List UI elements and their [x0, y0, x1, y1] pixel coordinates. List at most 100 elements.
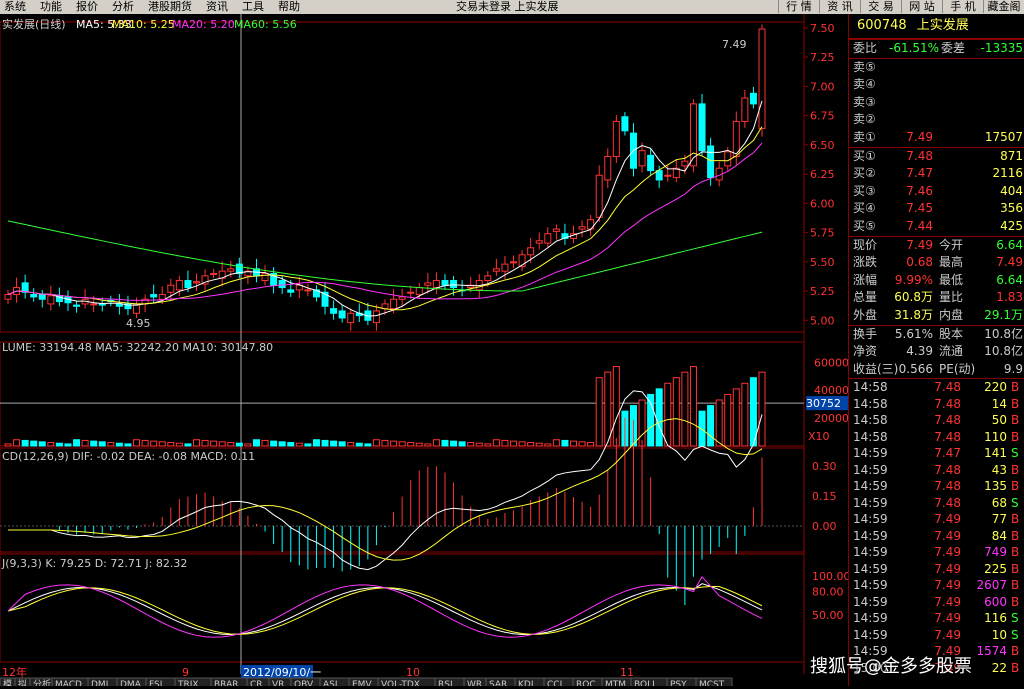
volume-bar: [441, 439, 449, 447]
volume-bar: [715, 399, 723, 447]
candle-body: [681, 160, 689, 167]
indicator-tab-label[interactable]: MACD: [55, 680, 82, 689]
menu-item-5[interactable]: 资讯: [206, 0, 228, 13]
top-tab-4[interactable]: 手 机: [942, 0, 983, 13]
price-tick-0: 5.00: [810, 314, 835, 327]
menu-item-6[interactable]: 工具: [242, 0, 264, 13]
candle-body: [210, 273, 218, 276]
top-tab-5[interactable]: 藏金阁: [983, 0, 1024, 13]
indicator-tab-label[interactable]: VR: [272, 680, 284, 689]
menu-item-2[interactable]: 报价: [76, 0, 98, 13]
kline-chart[interactable]: 实发展(日线) MA5: 5.33MA10: 5.25MA20: 5.20 MA60…: [0, 14, 851, 689]
candle-body: [664, 174, 672, 177]
indicator-tab-label[interactable]: MTM: [605, 680, 626, 689]
volume-bar: [484, 443, 492, 447]
indicator-tab-label[interactable]: RSI: [438, 680, 453, 689]
candle-body: [115, 303, 123, 307]
volume-bar: [81, 439, 89, 447]
tick-row: 14:58 7.48 50 B: [853, 413, 1020, 428]
volume-bar: [330, 440, 338, 447]
price-tick-7: 6.75: [810, 110, 835, 123]
candle-body: [398, 296, 406, 300]
volume-bar: [287, 442, 295, 447]
indicator-tab-label[interactable]: VOL-TDX: [381, 680, 420, 689]
indicator-tab-label[interactable]: 拟: [18, 678, 27, 689]
stat2-row-1: 净资 4.39 流通 10.8亿: [853, 344, 1023, 359]
top-tab-3[interactable]: 网 站: [901, 0, 942, 13]
volume-bar: [424, 443, 432, 447]
ma20-label: MA20: 5.20: [172, 18, 235, 31]
volume-bar: [561, 439, 569, 447]
stat2-row-2: 收益(三) 0.566 PE(动) 9.9: [853, 361, 1023, 376]
indicator-tab-label[interactable]: CCI: [547, 680, 562, 689]
indicator-tab-label[interactable]: TRIX: [177, 680, 199, 689]
indicator-tab-label[interactable]: DMI: [91, 680, 108, 689]
volume-bar: [432, 439, 440, 447]
candle-body: [424, 282, 432, 286]
price-tick-3: 5.75: [810, 227, 835, 240]
volume-bar: [355, 442, 363, 447]
menu-item-1[interactable]: 功能: [40, 0, 62, 13]
indicator-tab-label[interactable]: DMA: [120, 680, 142, 689]
tick-row: 14:59 7.47 141 S: [853, 446, 1019, 461]
volume-bar: [73, 439, 81, 447]
candle-body: [544, 233, 552, 244]
volume-bar: [244, 443, 252, 447]
price-title: 实发展(日线): [2, 17, 66, 31]
volume-bar: [475, 442, 483, 447]
top-tab-1[interactable]: 资 讯: [819, 0, 860, 13]
indicator-tab-label[interactable]: OBV: [294, 680, 314, 689]
volume-bar: [578, 441, 586, 447]
volume-bar: [184, 443, 192, 447]
top-tab-2[interactable]: 交 易: [860, 0, 901, 13]
candle-body: [73, 304, 81, 307]
candle-body: [595, 174, 603, 218]
indicator-tab-label[interactable]: MCST: [699, 680, 725, 689]
indicator-tab-label[interactable]: SAR: [489, 680, 507, 689]
weicha-label: 委差: [941, 41, 966, 55]
indicator-tab-label[interactable]: WR: [467, 680, 482, 689]
candle-body: [510, 261, 518, 264]
tick-list[interactable]: 14:58 7.48 220 B 14:58 7.48 14 B 14:58 7.48 50 B 14:…: [849, 378, 1024, 676]
indicator-tab-label[interactable]: KDJ: [518, 680, 534, 689]
ma10-line: [7, 126, 763, 311]
indicator-tab-label[interactable]: 模: [3, 679, 12, 689]
indicator-tab-label[interactable]: ASI: [323, 680, 338, 689]
volume-bar: [741, 382, 749, 447]
indicator-tab-label[interactable]: CR: [250, 680, 263, 689]
candle-body: [30, 294, 38, 298]
volume-bar: [364, 443, 372, 447]
volume-bar: [47, 442, 55, 447]
d-line: [7, 585, 763, 635]
chart-area[interactable]: 实发展(日线) MA5: 5.33 MA10: 5.25 MA20: 5.20 MA60…: [0, 14, 851, 689]
candle-body: [304, 289, 312, 292]
candle-body: [193, 281, 200, 284]
indicator-tab-label[interactable]: 分析: [33, 678, 51, 689]
indicator-tab-label[interactable]: BOLL: [634, 680, 657, 689]
quote-panel: 600748 上实发展 委比 -61.51% 委差 -13335 卖⑤ 卖④ 卖③ 卖…: [848, 14, 1024, 686]
candle-body: [287, 289, 295, 293]
volume-bar: [21, 439, 29, 447]
indicator-tab-label[interactable]: ROC: [576, 680, 596, 689]
volume-bar: [689, 366, 697, 447]
candle-body: [407, 291, 415, 294]
tick-row: 14:58 7.48 14 B: [853, 396, 1020, 411]
volume-bar: [672, 377, 680, 447]
indicator-tab-label[interactable]: EMV: [352, 680, 372, 689]
volume-bar: [398, 441, 406, 447]
indicator-tab-label[interactable]: BRAR: [214, 680, 238, 689]
volume-bar: [235, 442, 243, 447]
top-tab-0[interactable]: 行 情: [778, 0, 819, 13]
indicator-tab-label[interactable]: PSY: [670, 680, 687, 689]
volume-bar: [38, 441, 46, 447]
menu-item-0[interactable]: 系统: [4, 0, 26, 13]
volume-bar: [407, 442, 415, 447]
candle-body: [167, 284, 175, 293]
indicator-tab-label[interactable]: FSL: [149, 680, 165, 689]
candle-body: [578, 226, 586, 230]
menu-item-4[interactable]: 港股期货: [148, 0, 192, 13]
volume-bar: [467, 442, 475, 447]
volume-bar: [390, 440, 398, 447]
menu-item-3[interactable]: 分析: [112, 0, 134, 13]
menu-item-7[interactable]: 帮助: [278, 0, 300, 13]
